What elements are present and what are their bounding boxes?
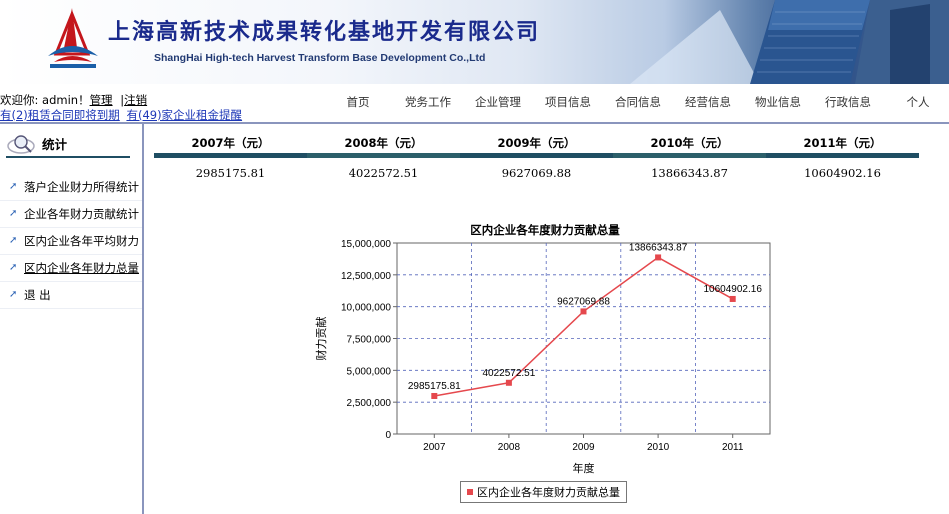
chart-title: 区内企业各年度财力贡献总量: [470, 223, 620, 237]
y-axis-label: 财力贡献: [314, 317, 328, 361]
x-tick-label: 2010: [647, 442, 670, 453]
yearly-stats-table: 2007年（元） 2008年（元） 2009年（元） 2010年（元） 2011…: [154, 130, 920, 188]
logout-link[interactable]: 注销: [124, 93, 147, 107]
stats-header-row: 2007年（元） 2008年（元） 2009年（元） 2010年（元） 2011…: [154, 130, 920, 158]
data-label: 9627069.88: [557, 296, 610, 307]
sidebar-item-label: 退 出: [24, 288, 51, 302]
sidebar-item-annual-average[interactable]: ➚ 区内企业各年平均财力: [0, 228, 142, 255]
y-tick-label: 5,000,000: [347, 366, 392, 377]
sidebar-title: 统计: [42, 137, 68, 152]
manage-link[interactable]: 管理: [90, 93, 113, 107]
x-tick-label: 2008: [498, 442, 521, 453]
nav-operation-info[interactable]: 经营信息: [673, 94, 743, 110]
data-point: [580, 308, 587, 315]
sidebar-menu: ➚ 落户企业财力所得统计 ➚ 企业各年财力贡献统计 ➚ 区内企业各年平均财力 ➚…: [0, 174, 142, 309]
company-logo: [48, 8, 98, 68]
sidebar-item-label: 企业各年财力贡献统计: [24, 207, 139, 221]
x-axis-label: 年度: [573, 461, 595, 475]
sidebar-item-label: 区内企业各年财力总量: [24, 261, 139, 275]
company-name-cn: 上海高新技术成果转化基地开发有限公司: [108, 20, 541, 45]
data-label: 10604902.16: [703, 284, 762, 295]
sidebar-item-label: 区内企业各年平均财力: [24, 234, 139, 248]
sidebar-item-enterprise-annual-contribution[interactable]: ➚ 企业各年财力贡献统计: [0, 201, 142, 228]
nav-property-info[interactable]: 物业信息: [743, 94, 813, 110]
nav-enterprise-management[interactable]: 企业管理: [463, 94, 533, 110]
rent-reminder-alert-link[interactable]: 有(49)家企业租金提醒: [126, 108, 242, 122]
alerts-line: 有(2)租赁合同即将到期 有(49)家企业租金提醒: [0, 107, 242, 123]
data-point: [655, 254, 662, 261]
arrow-icon: ➚: [9, 262, 18, 273]
stats-value-2011: 10604902.16: [804, 166, 881, 180]
y-tick-label: 10,000,000: [341, 303, 391, 314]
arrow-icon: ➚: [9, 289, 18, 300]
sidebar-item-settled-enterprise-revenue[interactable]: ➚ 落户企业财力所得统计: [0, 174, 142, 201]
sidebar: 统计 ➚ 落户企业财力所得统计 ➚ 企业各年财力贡献统计 ➚ 区内企业各年平均财…: [0, 124, 144, 514]
y-tick-label: 0: [385, 430, 391, 441]
data-point: [431, 392, 438, 399]
x-tick-label: 2009: [572, 442, 595, 453]
sidebar-title-underline: [6, 156, 130, 158]
company-name-en: ShangHai High-tech Harvest Transform Bas…: [154, 52, 486, 64]
data-label: 4022572.51: [482, 368, 535, 379]
nav-home[interactable]: 首页: [323, 94, 393, 110]
sidebar-item-annual-total[interactable]: ➚ 区内企业各年财力总量: [0, 255, 142, 282]
y-tick-label: 7,500,000: [347, 335, 392, 346]
arrow-icon: ➚: [9, 235, 18, 246]
sidebar-item-exit[interactable]: ➚ 退 出: [0, 282, 142, 309]
data-point: [505, 379, 512, 386]
arrow-icon: ➚: [9, 181, 18, 192]
y-tick-label: 12,500,000: [341, 271, 391, 282]
stats-header-2011: 2011年（元）: [766, 130, 919, 158]
stats-header-2010: 2010年（元）: [613, 130, 766, 158]
chart-legend: 区内企业各年度财力贡献总量: [460, 481, 627, 503]
sidebar-header: 统计: [6, 132, 130, 158]
contract-expiry-alert-link[interactable]: 有(2)租赁合同即将到期: [0, 108, 120, 122]
stats-value-2007: 2985175.81: [195, 166, 266, 180]
stats-header-2009: 2009年（元）: [460, 130, 613, 158]
data-label: 13866343.87: [629, 242, 688, 253]
stats-value-2010: 13866343.87: [651, 166, 728, 180]
x-tick-label: 2011: [722, 442, 744, 453]
nav-party-work[interactable]: 党务工作: [393, 94, 463, 110]
header-banner: 上海高新技术成果转化基地开发有限公司 ShangHai High-tech Ha…: [0, 0, 949, 84]
stats-header-2007: 2007年（元）: [154, 130, 307, 158]
sidebar-item-label: 落户企业财力所得统计: [24, 180, 139, 194]
stats-value-2009: 9627069.88: [501, 166, 572, 180]
welcome-line: 欢迎你: admin！管理 |注销: [0, 92, 147, 108]
main-nav: 首页 党务工作 企业管理 项目信息 合同信息 经营信息 物业信息 行政信息 个人: [323, 94, 949, 110]
stats-value-row: 2985175.81 4022572.51 9627069.88 1386634…: [154, 158, 920, 188]
nav-contract-info[interactable]: 合同信息: [603, 94, 673, 110]
stats-value-2008: 4022572.51: [348, 166, 419, 180]
nav-project-info[interactable]: 项目信息: [533, 94, 603, 110]
buildings-graphic: [630, 0, 949, 84]
chart-panel: 0 2,500,000 5,000,000 7,500,000 10,000,000 12…: [310, 216, 780, 514]
legend-marker: [467, 489, 473, 495]
arrow-icon: ➚: [9, 208, 18, 219]
legend-label: 区内企业各年度财力贡献总量: [477, 486, 620, 499]
y-tick-label: 15,000,000: [341, 239, 391, 250]
line-chart: 0 2,500,000 5,000,000 7,500,000 10,000,000 12…: [314, 239, 771, 475]
x-tick-label: 2007: [423, 442, 446, 453]
nav-personal[interactable]: 个人: [883, 94, 949, 110]
magnifier-icon: [7, 135, 35, 154]
stats-header-2008: 2008年（元）: [307, 130, 460, 158]
data-label: 2985175.81: [408, 381, 461, 392]
welcome-text: 欢迎你: admin！: [0, 93, 90, 107]
data-point: [729, 295, 736, 302]
y-tick-label: 2,500,000: [347, 398, 392, 409]
nav-admin-info[interactable]: 行政信息: [813, 94, 883, 110]
top-bar: 欢迎你: admin！管理 |注销 有(2)租赁合同即将到期 有(49)家企业租…: [0, 84, 949, 124]
